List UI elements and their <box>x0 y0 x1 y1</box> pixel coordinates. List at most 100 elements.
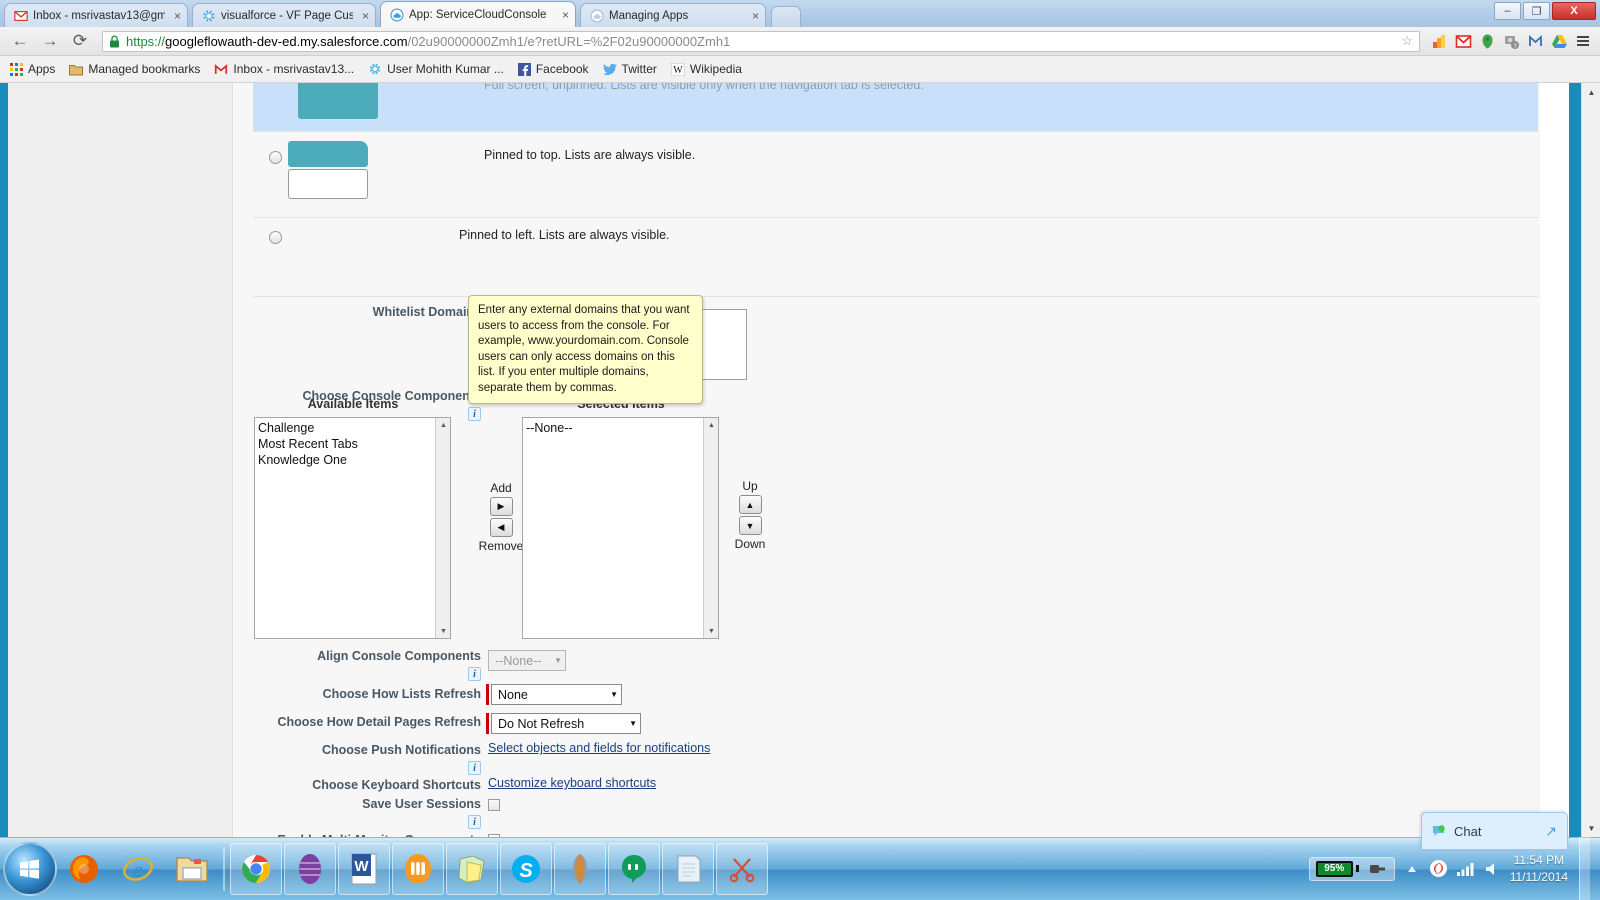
maximize-button[interactable]: ❐ <box>1523 2 1550 20</box>
bookmark-facebook[interactable]: Facebook <box>517 62 589 76</box>
scroll-down-icon[interactable]: ▼ <box>1582 819 1600 837</box>
layout-radio-pinned-top[interactable] <box>269 151 282 164</box>
antivirus-icon[interactable] <box>1429 859 1449 879</box>
choose-how-detail-pages-refresh-label: Choose How Detail Pages Refresh <box>277 715 481 729</box>
skype-icon[interactable]: S <box>500 843 552 895</box>
gmail-m-icon[interactable] <box>1524 30 1546 52</box>
tray-overflow-icon[interactable] <box>1402 859 1422 879</box>
move-up-button[interactable]: ▲ <box>738 495 762 514</box>
battery-indicator[interactable]: 95% <box>1308 856 1395 881</box>
taskbar-clock[interactable]: 11:54 PM 11/11/2014 <box>1510 852 1568 884</box>
list-item[interactable]: Knowledge One <box>258 452 435 468</box>
url-path: /02u90000000Zmh1/e?retURL=%2F02u90000000… <box>407 33 731 49</box>
reload-icon[interactable]: ⟳ <box>66 28 94 54</box>
folder-icon <box>69 64 84 75</box>
scroll-up-icon[interactable]: ▲ <box>436 418 451 432</box>
tab-close-icon[interactable]: × <box>170 9 181 23</box>
move-down-button[interactable]: ▼ <box>738 516 762 535</box>
evernote-icon[interactable] <box>1476 30 1498 52</box>
bookmark-wikipedia[interactable]: W Wikipedia <box>670 62 742 76</box>
windows-start-icon[interactable] <box>3 842 57 896</box>
choose-how-lists-refresh-select[interactable]: None ▼ <box>491 684 622 705</box>
layout-option-row-pinned-top[interactable]: Pinned to top. Lists are always visible. <box>253 141 1538 215</box>
firefox-icon[interactable] <box>58 843 110 895</box>
tab-close-icon[interactable]: × <box>358 9 369 23</box>
utorrent-icon[interactable] <box>392 843 444 895</box>
browser-tab-1[interactable]: visualforce - VF Page Cust × <box>192 3 376 27</box>
selected-items-listbox[interactable]: --None-- ▲ ▼ <box>522 417 719 639</box>
google-drive-icon[interactable] <box>1548 30 1570 52</box>
scroll-down-icon[interactable]: ▼ <box>704 624 719 638</box>
new-tab-button[interactable] <box>771 6 801 27</box>
choose-how-detail-pages-refresh-select[interactable]: Do Not Refresh ▼ <box>491 713 641 734</box>
customize-keyboard-shortcuts-link[interactable]: Customize keyboard shortcuts <box>488 776 656 790</box>
selected-items-scrollbar[interactable]: ▲ ▼ <box>703 418 718 638</box>
info-icon[interactable]: i <box>468 406 481 421</box>
add-button[interactable]: ▶ <box>489 497 513 516</box>
list-item[interactable]: Challenge <box>258 420 435 436</box>
snipping-tool-icon[interactable] <box>716 843 768 895</box>
bookmarks-bar: Apps Managed bookmarks Inbox - msrivasta… <box>0 56 1600 83</box>
minimize-button[interactable]: – <box>1494 2 1521 20</box>
choose-push-notifications-label: Choose Push Notifications <box>321 743 481 757</box>
chrome-icon[interactable] <box>230 843 282 895</box>
layout-option-row-fullscreen[interactable]: Full screen, unpinned. Lists are visible… <box>253 83 1538 131</box>
volume-icon[interactable] <box>1483 859 1503 879</box>
remove-button[interactable]: ◀ <box>489 518 513 537</box>
windows-explorer-icon[interactable] <box>166 843 218 895</box>
bookmark-apps[interactable]: Apps <box>10 62 55 76</box>
chat-widget[interactable]: Chat ↗ <box>1421 812 1568 850</box>
browser-tab-2[interactable]: App: ServiceCloudConsole × <box>380 1 576 27</box>
salesforce-icon <box>369 63 381 75</box>
align-console-components-select[interactable]: --None-- ▼ <box>488 650 566 671</box>
internet-explorer-icon[interactable]: e <box>112 843 164 895</box>
battery-percent: 95% <box>1315 860 1353 877</box>
browser-tab-3[interactable]: Managing Apps × <box>580 3 766 27</box>
show-desktop-button[interactable] <box>1579 837 1590 900</box>
available-items-scrollbar[interactable]: ▲ ▼ <box>435 418 450 638</box>
network-icon[interactable] <box>1456 859 1476 879</box>
info-icon[interactable]: i <box>468 666 481 681</box>
back-icon[interactable]: ← <box>6 28 34 54</box>
word-icon[interactable]: W <box>338 843 390 895</box>
bookmark-star-icon[interactable]: ☆ <box>1401 33 1413 49</box>
available-items-list[interactable]: Challenge Most Recent Tabs Knowledge One <box>255 418 435 638</box>
info-icon[interactable]: i <box>468 760 481 775</box>
scroll-up-icon[interactable]: ▲ <box>1582 83 1600 101</box>
page-scrollbar[interactable]: ▲ ▼ <box>1581 83 1600 837</box>
screenshot-icon[interactable]: ? <box>1500 30 1522 52</box>
available-items-listbox[interactable]: Challenge Most Recent Tabs Knowledge One… <box>254 417 451 639</box>
scroll-up-icon[interactable]: ▲ <box>704 418 719 432</box>
bookmark-user-mohith[interactable]: User Mohith Kumar ... <box>368 62 504 76</box>
list-item[interactable]: Most Recent Tabs <box>258 436 435 452</box>
bookmark-twitter[interactable]: Twitter <box>602 62 657 76</box>
tab-close-icon[interactable]: × <box>558 8 569 22</box>
address-bar[interactable]: https://googleflowauth-dev-ed.my.salesfo… <box>102 30 1420 52</box>
scroll-down-icon[interactable]: ▼ <box>436 624 451 638</box>
bookmark-managed-bookmarks[interactable]: Managed bookmarks <box>69 62 200 76</box>
layout-radio-pinned-left[interactable] <box>269 231 282 244</box>
twitter-icon <box>602 63 617 75</box>
media-player-icon[interactable] <box>284 843 336 895</box>
selected-items-list[interactable]: --None-- <box>523 418 703 638</box>
gmail-icon[interactable] <box>1452 30 1474 52</box>
info-icon[interactable]: i <box>468 814 481 829</box>
hangouts-icon[interactable] <box>608 843 660 895</box>
chrome-menu-icon[interactable] <box>1572 30 1594 52</box>
chat-expand-icon[interactable]: ↗ <box>1545 823 1557 840</box>
forward-icon[interactable]: → <box>36 28 64 54</box>
select-objects-and-fields-link[interactable]: Select objects and fields for notificati… <box>488 741 710 755</box>
color-stack-icon[interactable] <box>1428 30 1450 52</box>
sticky-notes-icon[interactable] <box>446 843 498 895</box>
choose-push-notifications-label-group: Choose Push Notifications i <box>254 743 481 775</box>
browser-tab-0[interactable]: Inbox - msrivastav13@gm × <box>4 3 188 27</box>
layout-option-row-pinned-left[interactable]: Pinned to left. Lists are always visible… <box>253 225 1538 295</box>
bookmark-inbox[interactable]: Inbox - msrivastav13... <box>214 62 354 76</box>
close-window-button[interactable]: X <box>1552 2 1596 20</box>
tab-close-icon[interactable]: × <box>748 9 759 23</box>
notepad-icon[interactable] <box>662 843 714 895</box>
salesforce-cloud-icon <box>590 8 604 23</box>
list-item[interactable]: --None-- <box>526 420 703 436</box>
evernote-icon[interactable] <box>554 843 606 895</box>
save-user-sessions-checkbox[interactable] <box>488 799 500 811</box>
